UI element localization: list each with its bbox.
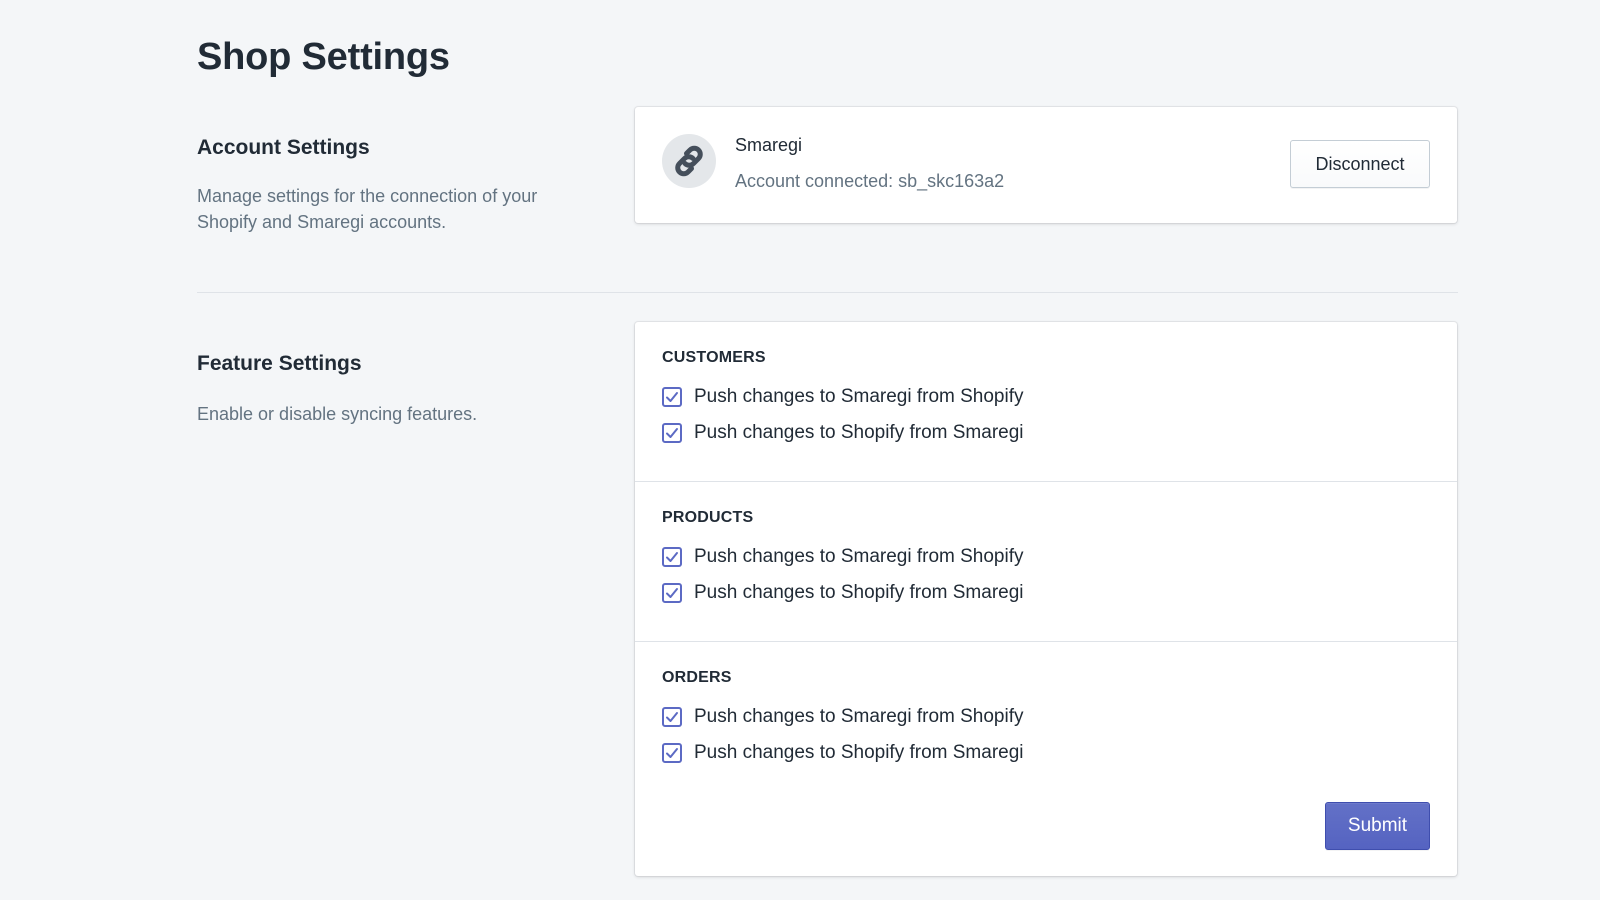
feature-settings-title: Feature Settings xyxy=(197,352,362,375)
option-label: Push changes to Shopify from Smaregi xyxy=(694,422,1024,443)
option-label: Push changes to Shopify from Smaregi xyxy=(694,742,1024,763)
checkmark-icon xyxy=(666,588,678,598)
orders-push-to-smaregi-option[interactable]: Push changes to Smaregi from Shopify xyxy=(662,705,1024,729)
disconnect-button[interactable]: Disconnect xyxy=(1290,140,1430,188)
checkmark-icon xyxy=(666,712,678,722)
option-label: Push changes to Smaregi from Shopify xyxy=(694,706,1024,727)
link-icon xyxy=(675,145,703,177)
checkmark-icon xyxy=(666,428,678,438)
checkbox-checked[interactable] xyxy=(662,423,682,443)
option-label: Push changes to Shopify from Smaregi xyxy=(694,582,1024,603)
account-avatar xyxy=(662,134,716,188)
feature-group-customers: CUSTOMERS Push changes to Smaregi from S… xyxy=(635,322,1457,481)
section-divider xyxy=(197,292,1458,293)
submit-button[interactable]: Submit xyxy=(1325,802,1430,850)
checkbox-checked[interactable] xyxy=(662,387,682,407)
feature-group-products: PRODUCTS Push changes to Smaregi from Sh… xyxy=(635,481,1457,642)
checkmark-icon xyxy=(666,552,678,562)
account-card: Smaregi Account connected: sb_skc163a2 D… xyxy=(635,107,1457,223)
checkbox-checked[interactable] xyxy=(662,547,682,567)
checkbox-checked[interactable] xyxy=(662,743,682,763)
feature-group-heading: ORDERS xyxy=(662,669,732,686)
option-label: Push changes to Smaregi from Shopify xyxy=(694,386,1024,407)
customers-push-to-shopify-option[interactable]: Push changes to Shopify from Smaregi xyxy=(662,421,1024,445)
account-connection-status: Account connected: sb_skc163a2 xyxy=(735,171,1005,191)
account-settings-description: Manage settings for the connection of yo… xyxy=(197,186,538,232)
account-name: Smaregi xyxy=(735,135,803,155)
products-push-to-smaregi-option[interactable]: Push changes to Smaregi from Shopify xyxy=(662,545,1024,569)
account-settings-title: Account Settings xyxy=(197,136,370,159)
page-title: Shop Settings xyxy=(197,36,450,78)
checkbox-checked[interactable] xyxy=(662,583,682,603)
orders-push-to-shopify-option[interactable]: Push changes to Shopify from Smaregi xyxy=(662,741,1024,765)
customers-push-to-smaregi-option[interactable]: Push changes to Smaregi from Shopify xyxy=(662,385,1024,409)
feature-group-heading: PRODUCTS xyxy=(662,509,754,526)
checkmark-icon xyxy=(666,748,678,758)
option-label: Push changes to Smaregi from Shopify xyxy=(694,546,1024,567)
checkbox-checked[interactable] xyxy=(662,707,682,727)
products-push-to-shopify-option[interactable]: Push changes to Shopify from Smaregi xyxy=(662,581,1024,605)
feature-group-heading: CUSTOMERS xyxy=(662,349,766,366)
feature-settings-description: Enable or disable syncing features. xyxy=(197,404,478,424)
checkmark-icon xyxy=(666,392,678,402)
feature-settings-card: CUSTOMERS Push changes to Smaregi from S… xyxy=(635,322,1457,876)
feature-group-orders: ORDERS Push changes to Smaregi from Shop… xyxy=(635,641,1457,877)
